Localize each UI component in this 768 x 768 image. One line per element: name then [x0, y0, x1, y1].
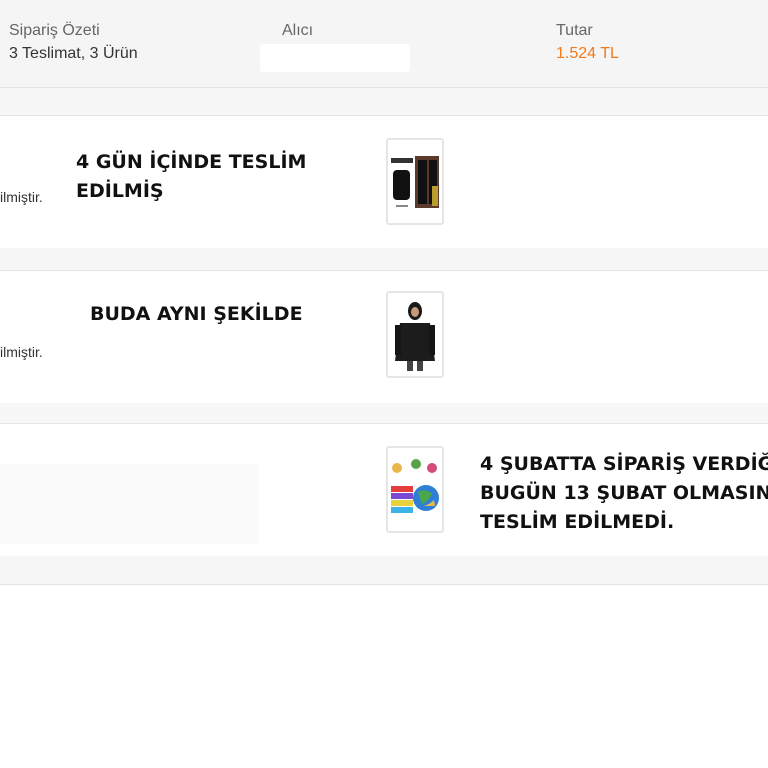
- divider: [0, 584, 768, 585]
- annotation-line: BUGÜN 13 ŞUBAT OLMASINA: [480, 482, 768, 504]
- globe-toys-product-icon: [388, 448, 442, 531]
- delivery-status-text: ilmiştir.: [0, 189, 43, 205]
- annotation-text: BUDA AYNI ŞEKİLDE: [90, 300, 303, 329]
- delivery-card[interactable]: ilmiştir. BUDA AYNI ŞEKİLDE: [0, 270, 768, 404]
- section-gap: [0, 403, 768, 423]
- delivery-card[interactable]: 4 ŞUBATTA SİPARİŞ VERDİĞİM BUGÜN 13 ŞUBA…: [0, 423, 768, 557]
- delivery-card[interactable]: ilmiştir. 4 GÜN İÇİNDE TESLİM EDİLMİŞ: [0, 115, 768, 249]
- order-summary-value: 3 Teslimat, 3 Ürün: [9, 45, 138, 62]
- annotation-line: 4 GÜN İÇİNDE TESLİM: [76, 151, 307, 173]
- section-gap: [0, 556, 768, 584]
- delivery-status-text: ilmiştir.: [0, 344, 43, 360]
- annotation-line: 4 ŞUBATTA SİPARİŞ VERDİĞİM: [480, 453, 768, 475]
- product-thumbnail[interactable]: [386, 138, 444, 225]
- recipient-redacted: [260, 44, 410, 72]
- annotation-line: BUDA AYNI ŞEKİLDE: [90, 303, 303, 325]
- annotation-line: EDİLMİŞ: [76, 180, 164, 202]
- product-thumbnail[interactable]: [386, 291, 444, 378]
- product-thumbnail[interactable]: [386, 446, 444, 533]
- annotation-line: TESLİM EDİLMEDİ.: [480, 511, 675, 533]
- order-summary-label: Sipariş Özeti: [9, 22, 100, 39]
- amount-value: 1.524 TL: [556, 45, 619, 62]
- leg-sleeves-product-icon: [388, 140, 442, 223]
- redacted-status: [0, 464, 258, 544]
- recipient-label: Alıcı: [282, 22, 314, 39]
- section-gap: [0, 88, 768, 115]
- amount-label: Tutar: [556, 22, 593, 39]
- section-gap: [0, 248, 768, 270]
- annotation-text: 4 GÜN İÇİNDE TESLİM EDİLMİŞ: [76, 148, 306, 206]
- order-summary-header: Sipariş Özeti 3 Teslimat, 3 Ürün Alıcı T…: [0, 0, 768, 88]
- annotation-text: 4 ŞUBATTA SİPARİŞ VERDİĞİM BUGÜN 13 ŞUBA…: [480, 450, 768, 537]
- raincoat-product-icon: [388, 293, 442, 376]
